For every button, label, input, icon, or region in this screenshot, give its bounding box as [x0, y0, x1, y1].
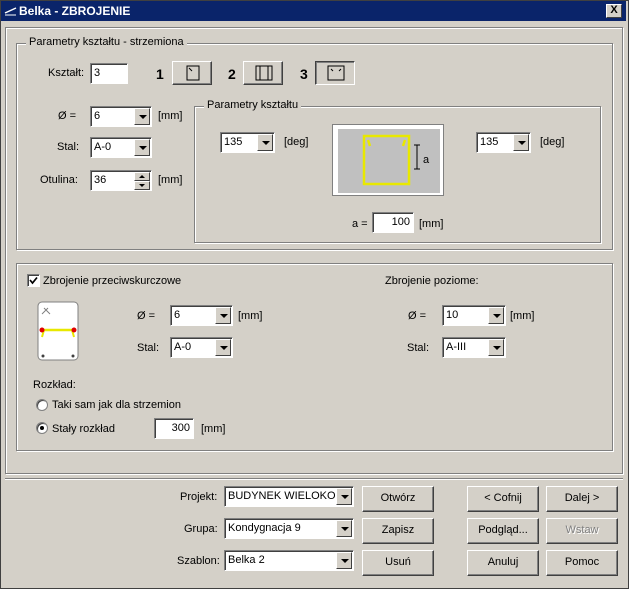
- shear-steel-label: Stal:: [137, 342, 160, 354]
- shape-label: Kształt:: [48, 67, 85, 79]
- chevron-down-icon[interactable]: [488, 339, 504, 356]
- dimension-a-label: a: [423, 154, 430, 166]
- shape-3-button[interactable]: [315, 61, 355, 85]
- distribution-label: Rozkład:: [33, 379, 76, 391]
- chevron-down-icon[interactable]: [134, 139, 150, 156]
- shape-input[interactable]: 3: [90, 63, 128, 84]
- left-angle-unit: [deg]: [284, 136, 309, 148]
- radio-same-label[interactable]: Taki sam jak dla strzemion: [52, 398, 181, 412]
- project-select[interactable]: BUDYNEK WIELOKOND: [224, 486, 354, 507]
- template-select[interactable]: Belka 2: [224, 550, 354, 571]
- project-label: Projekt:: [180, 491, 218, 503]
- shape-3-number: 3: [300, 66, 308, 82]
- stirrup-group-title: Parametry kształtu - strzemiona: [26, 36, 187, 48]
- group-label: Grupa:: [184, 523, 218, 535]
- h-diameter-unit: [mm]: [510, 310, 535, 322]
- spin-up-icon[interactable]: [134, 172, 150, 181]
- chevron-down-icon[interactable]: [134, 108, 150, 125]
- next-button[interactable]: Dalej >: [546, 486, 618, 512]
- shape-1-number: 1: [156, 66, 164, 82]
- chevron-down-icon[interactable]: [336, 552, 352, 569]
- stirrup-shape-1-icon: [186, 65, 200, 81]
- divider: [5, 478, 623, 479]
- group-select[interactable]: Kondygnacja 9: [224, 518, 354, 539]
- diameter-unit: [mm]: [158, 110, 183, 122]
- cover-stepper[interactable]: 36: [90, 170, 152, 191]
- shear-diameter-label: Ø =: [137, 310, 156, 322]
- chevron-down-icon[interactable]: [215, 339, 231, 356]
- title-bar: Belka - ZBROJENIE: [1, 1, 626, 21]
- shape-1-button[interactable]: [172, 61, 212, 85]
- chevron-down-icon[interactable]: [336, 520, 352, 537]
- chevron-down-icon[interactable]: [513, 134, 529, 151]
- template-label: Szablon:: [177, 555, 220, 567]
- shear-steel-select[interactable]: A-0: [170, 337, 233, 358]
- help-button[interactable]: Pomoc: [546, 550, 618, 576]
- shear-diameter-select[interactable]: 6: [170, 305, 233, 326]
- radio-const[interactable]: [36, 422, 48, 434]
- h-steel-label: Stal:: [407, 342, 430, 354]
- h-steel-select[interactable]: A-III: [442, 337, 506, 358]
- cover-unit: [mm]: [158, 174, 183, 186]
- back-button[interactable]: < Cofnij: [467, 486, 539, 512]
- a-unit: [mm]: [419, 218, 444, 230]
- h-diameter-select[interactable]: 10: [442, 305, 506, 326]
- delete-button[interactable]: Usuń: [362, 550, 434, 576]
- cancel-button[interactable]: Anuluj: [467, 550, 539, 576]
- a-label: a =: [352, 218, 368, 230]
- shape-params-title: Parametry kształtu: [204, 99, 302, 111]
- shear-checkbox[interactable]: [27, 274, 40, 287]
- spin-down-icon[interactable]: [134, 181, 150, 190]
- chevron-down-icon[interactable]: [215, 307, 231, 324]
- h-diameter-label: Ø =: [408, 310, 427, 322]
- right-angle-unit: [deg]: [540, 136, 565, 148]
- checkmark-icon: [29, 276, 38, 285]
- preview-button[interactable]: Podgląd...: [467, 518, 539, 544]
- const-input[interactable]: 300: [154, 418, 194, 439]
- right-angle-select[interactable]: 135: [476, 132, 531, 153]
- diameter-label: Ø =: [58, 110, 77, 122]
- shear-checkbox-label[interactable]: Zbrojenie przeciwskurczowe: [43, 274, 181, 288]
- stirrup-shape-3-icon: [327, 65, 345, 81]
- chevron-down-icon[interactable]: [257, 134, 273, 151]
- const-unit: [mm]: [201, 423, 226, 435]
- cover-label: Otulina:: [40, 174, 78, 186]
- chevron-down-icon[interactable]: [336, 488, 352, 505]
- insert-button: Wstaw: [546, 518, 618, 544]
- close-button[interactable]: X: [606, 4, 622, 18]
- a-input[interactable]: 100: [372, 212, 414, 233]
- left-angle-select[interactable]: 135: [220, 132, 275, 153]
- diameter-select[interactable]: 6: [90, 106, 152, 127]
- steel-select[interactable]: A-0: [90, 137, 152, 158]
- open-button[interactable]: Otwórz: [362, 486, 434, 512]
- chevron-down-icon[interactable]: [488, 307, 504, 324]
- save-button[interactable]: Zapisz: [362, 518, 434, 544]
- horizontal-title: Zbrojenie poziome:: [385, 275, 479, 287]
- steel-label: Stal:: [57, 141, 80, 153]
- app-icon: [4, 7, 17, 16]
- window-title: Belka - ZBROJENIE: [19, 4, 131, 18]
- beam-section-icon: [37, 301, 79, 361]
- shear-diameter-unit: [mm]: [238, 310, 263, 322]
- stirrup-shape-2-icon: [255, 65, 273, 81]
- shape-2-number: 2: [228, 66, 236, 82]
- stirrup-preview: a: [332, 124, 444, 196]
- shape-2-button[interactable]: [243, 61, 283, 85]
- radio-same[interactable]: [36, 399, 48, 411]
- radio-const-label[interactable]: Stały rozkład: [52, 422, 115, 436]
